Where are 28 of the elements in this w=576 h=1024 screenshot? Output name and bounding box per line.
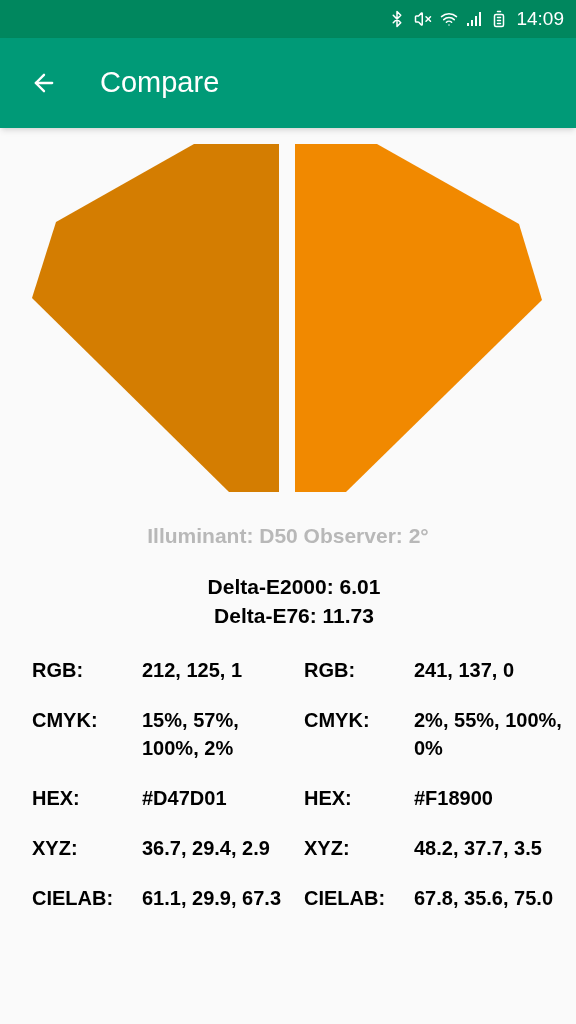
- property-value: 36.7, 29.4, 2.9: [142, 835, 271, 861]
- property-value: 15%, 57%, 100%, 2%: [142, 707, 240, 761]
- property-value: 67.8, 35.6, 75.0: [414, 885, 554, 911]
- delta-e-label: Delta-E2000: 6.01: [207, 573, 381, 600]
- status-time: 14:09: [516, 6, 564, 31]
- property-value: 241, 137, 0: [414, 657, 516, 683]
- conditions-label: Illuminant: D50 Observer: 2°: [147, 523, 429, 549]
- property-label: CMYK:: [304, 707, 371, 733]
- mute-icon: [414, 10, 433, 28]
- property-label: RGB:: [304, 657, 357, 683]
- property-label: HEX:: [304, 785, 353, 811]
- property-label: CMYK:: [32, 707, 99, 733]
- property-value: 48.2, 37.7, 3.5: [414, 835, 543, 861]
- property-label: CIELAB:: [32, 885, 115, 911]
- property-value: #D47D01: [142, 785, 228, 811]
- property-value: 61.1, 29.9, 67.3: [142, 885, 282, 911]
- property-value: 2%, 55%, 100%, 0%: [414, 707, 563, 761]
- signal-icon: [466, 11, 483, 27]
- property-label: XYZ:: [32, 835, 79, 861]
- wifi-icon: [440, 10, 459, 28]
- app-title: Compare: [100, 65, 220, 101]
- property-value: 212, 125, 1: [142, 657, 244, 683]
- property-label: RGB:: [32, 657, 85, 683]
- property-value: #F18900: [414, 785, 494, 811]
- delta-e-label: Delta-E76: 11.73: [214, 602, 374, 629]
- property-label: HEX:: [32, 785, 81, 811]
- property-label: CIELAB:: [304, 885, 387, 911]
- property-label: XYZ:: [304, 835, 351, 861]
